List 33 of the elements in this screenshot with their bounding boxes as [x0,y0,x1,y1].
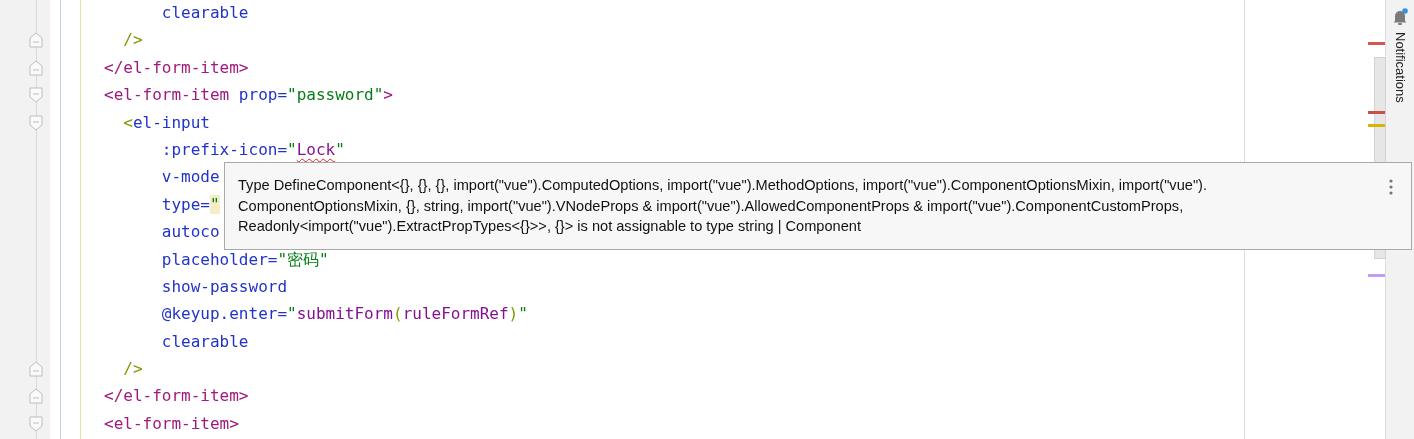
error-stripe-mark[interactable] [1368,124,1385,127]
error-message-line: ComponentOptionsMixin, {}, string, import("vue").VNodeProps & import("vue").AllowedComponentProps & import("vue").ComponentCustomProps, [238,196,1184,216]
code-line: type=" [160,193,220,216]
fold-icon[interactable] [29,388,43,405]
fold-icon[interactable] [29,361,43,378]
code-line: show-password [160,275,288,298]
fold-icon[interactable] [29,114,43,131]
bell-icon[interactable] [1392,8,1408,26]
code-line: </el-form-item> [104,56,249,79]
error-stripe-mark[interactable] [1368,274,1385,277]
fold-icon[interactable] [29,415,43,432]
code-line: autoco [160,221,220,244]
code-line: <el-form-item prop="password"> [104,84,393,107]
code-line: /> [122,358,143,381]
error-stripe-mark[interactable] [1368,42,1385,45]
code-line: clearable [160,330,249,353]
code-line: </el-form-item> [104,385,249,408]
code-line: v-mode [160,166,220,189]
more-options-icon[interactable] [1389,179,1393,195]
fold-icon[interactable] [29,32,43,49]
code-line: clearable [160,2,249,24]
code-line: /> [122,29,143,52]
code-line: <el-form-item> [104,412,239,435]
fold-icon[interactable] [29,87,43,104]
code-line: placeholder="密码" [160,248,329,271]
code-line: <el-input [122,111,210,134]
fold-icon[interactable] [29,59,43,76]
error-stripe-mark[interactable] [1368,111,1385,114]
error-message-line: Type DefineComponent<{}, {}, {}, import("vue").ComputedOptions, import("vue").MethodOptions, import("vue").ComponentOptionsMixin, import("vue"). [238,176,1207,195]
code-line: @keyup.enter="submitForm(ruleFormRef)" [160,303,528,326]
error-message-line: Readonly<import("vue").ExtractPropTypes<{}>>, {}> is not assignable to type string | Component [238,217,861,236]
notifications-tab[interactable]: Notifications [1392,32,1408,103]
code-line: :prefix-icon="Lock" [160,138,345,161]
